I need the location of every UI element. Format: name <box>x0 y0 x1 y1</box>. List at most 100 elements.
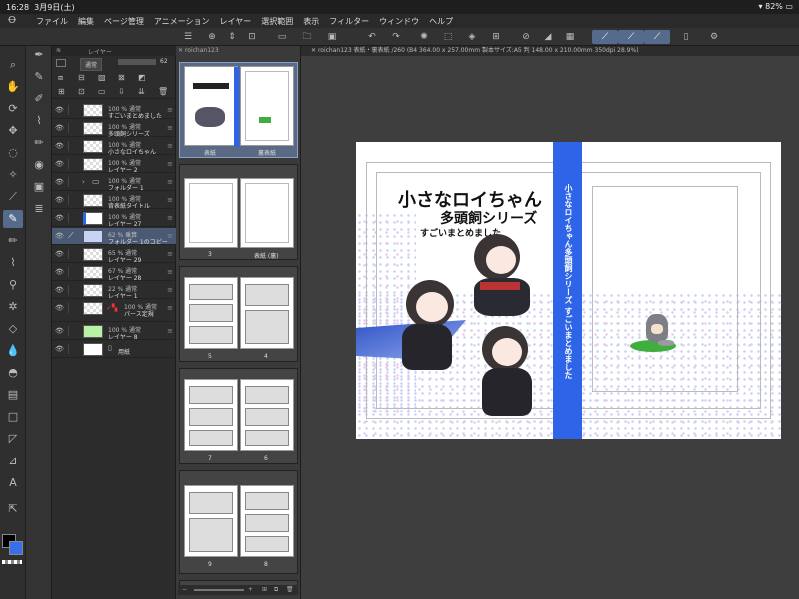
rotate-icon[interactable]: ⟳ <box>3 100 23 118</box>
layer-row[interactable]: 👁 100 % 通常 多頭飼シリーズ ≡ <box>52 120 176 138</box>
magnifier-icon[interactable]: ⌕ <box>3 56 23 74</box>
delete-page-icon[interactable]: 🗑 <box>286 586 294 593</box>
layer-row[interactable]: 👁 22 % 通常 レイヤー 1 ≡ <box>52 282 176 300</box>
blend-icon[interactable]: 💧 <box>3 342 23 360</box>
page-zoom-bar[interactable]: − + ⊞ ⧉ 🗑 <box>178 585 298 595</box>
menu-icon[interactable]: ≡ <box>167 286 173 294</box>
layer-stack-icon[interactable]: ≣ <box>29 200 49 218</box>
new-folder-icon[interactable]: ▭ <box>98 87 106 96</box>
menu-icon[interactable]: ≡ <box>167 106 173 114</box>
duplicate-page-icon[interactable]: ⧉ <box>274 586 278 594</box>
menu-animation[interactable]: アニメーション <box>154 16 210 27</box>
eye-icon[interactable]: 👁 <box>55 250 64 258</box>
menu-window[interactable]: ウィンドウ <box>379 16 419 27</box>
spread[interactable]: 9 8 <box>179 470 298 574</box>
spread[interactable]: 5 4 <box>179 266 298 362</box>
menu-icon[interactable]: ≡ <box>167 214 173 222</box>
eye-icon[interactable]: 👁 <box>55 178 64 186</box>
eraser-icon[interactable]: ◇ <box>3 320 23 338</box>
eye-icon[interactable]: 👁 <box>55 106 64 114</box>
save-subtool-icon[interactable]: ▣ <box>29 178 49 196</box>
deselect-icon[interactable]: ⊘ <box>516 30 536 44</box>
snap-ruler-icon[interactable]: ⟋ <box>592 30 618 44</box>
eye-icon[interactable]: 👁 <box>55 124 64 132</box>
layer-tab[interactable]: レイヤー <box>88 47 112 56</box>
layer-row[interactable]: 👁 100 % 通常 背表紙タイトル ≡ <box>52 192 176 210</box>
eye-icon[interactable]: 👁 <box>55 345 64 353</box>
app-logo-icon[interactable]: Ꝋ <box>8 15 16 26</box>
marker-subtool-icon[interactable]: ✎ <box>29 68 49 86</box>
zoom-slider[interactable] <box>194 589 244 591</box>
fill-subtool-icon[interactable]: ◉ <box>29 156 49 174</box>
transform-icon[interactable]: ⬚ <box>438 30 458 44</box>
new-raster-icon[interactable]: ⊞ <box>58 87 65 96</box>
pencil-subtool-icon[interactable]: ✏ <box>29 134 49 152</box>
lasso-icon[interactable]: ◌ <box>3 144 23 162</box>
brush-icon[interactable]: ⌇ <box>3 254 23 272</box>
menu-edit[interactable]: 編集 <box>78 16 94 27</box>
device-icon[interactable]: ▯ <box>676 30 696 44</box>
invert-icon[interactable]: ▦ <box>560 30 580 44</box>
clip-icon[interactable]: ⧈ <box>58 73 63 83</box>
folder-expand-icon[interactable]: › <box>82 178 85 186</box>
gradient-icon[interactable]: ▤ <box>3 386 23 404</box>
layer-row[interactable]: 👁 100 % 通常 小さなロイちゃん ≡ <box>52 138 176 156</box>
save-icon[interactable]: ▣ <box>322 30 342 44</box>
menu-page[interactable]: ページ管理 <box>104 16 144 27</box>
menu-icon[interactable]: ≡ <box>167 327 173 335</box>
menu-icon[interactable]: ≡ <box>167 124 173 132</box>
fill-bucket-icon[interactable]: ◓ <box>3 364 23 382</box>
menu-icon[interactable]: ≡ <box>167 160 173 168</box>
zoom-in-icon[interactable]: + <box>248 586 253 593</box>
stepper-icon[interactable]: ⇕ <box>222 30 242 44</box>
menu-icon[interactable]: ≡ <box>167 304 173 312</box>
text-icon[interactable]: A <box>3 474 23 492</box>
sub-color-swatch[interactable] <box>9 541 23 555</box>
blend-mode-select[interactable]: 通常 <box>80 58 103 71</box>
layer-row-paper[interactable]: 👁 ▯ 用紙 <box>52 341 176 358</box>
cover-canvas[interactable]: 小さなロイちゃん多頭飼シリーズ すごいまとめました 小さなロイちゃん 多頭飼シリ… <box>356 142 781 439</box>
eye-icon[interactable]: 👁 <box>55 304 64 312</box>
lock-icon[interactable] <box>56 59 66 67</box>
menu-icon[interactable]: ≡ <box>167 268 173 276</box>
spread-cover[interactable]: 表紙 裏表紙 <box>179 62 298 158</box>
eye-icon[interactable]: 👁 <box>55 327 64 335</box>
ref-layer-icon[interactable]: ⊟ <box>78 73 85 82</box>
zoom-out-icon[interactable]: − <box>182 586 187 593</box>
decoration-icon[interactable]: ✲ <box>3 298 23 316</box>
layer-row[interactable]: 👁 100 % 通常 レイヤー 8 ≡ <box>52 323 176 341</box>
operation-icon[interactable]: ⇱ <box>3 500 23 518</box>
pen-icon[interactable]: ✎ <box>3 210 23 228</box>
layer-row-selected[interactable]: 👁 ⟋ 62 % 乗算 フォルダー 1のコピー ≡ <box>52 228 176 246</box>
eye-icon[interactable]: 👁 <box>55 268 64 276</box>
eyedropper-icon[interactable]: ⟋ <box>3 188 23 206</box>
ruler-icon[interactable]: ⊿ <box>3 452 23 470</box>
draft-icon[interactable]: ▨ <box>98 73 106 82</box>
delete-layer-icon[interactable]: 🗑 <box>158 87 168 96</box>
new-vector-icon[interactable]: ⊡ <box>78 87 85 96</box>
spread[interactable]: 3 表紙 (裏) <box>179 164 298 260</box>
brush-subtool-icon[interactable]: ⌇ <box>29 112 49 130</box>
open-folder-icon[interactable]: ▭ <box>272 30 292 44</box>
open-icon[interactable]: 🗀 <box>297 30 317 44</box>
clear-icon[interactable]: ✺ <box>414 30 434 44</box>
frame-icon[interactable]: ◸ <box>3 430 23 448</box>
layer-row[interactable]: 👁 67 % 通常 レイヤー 28 ≡ <box>52 264 176 282</box>
figure-icon[interactable]: □ <box>3 408 23 426</box>
redo-icon[interactable]: ↷ <box>386 30 406 44</box>
eye-icon[interactable]: 👁 <box>55 232 64 240</box>
mask-icon[interactable]: ◩ <box>138 73 146 82</box>
opacity-slider[interactable] <box>118 59 156 65</box>
hamburger-icon[interactable]: ☰ <box>178 30 198 44</box>
layer-row[interactable]: 👁 › ▭ 100 % 通常 フォルダー 1 ≡ <box>52 174 176 192</box>
page-manager-tab[interactable]: ✕ roichan123 <box>178 47 219 54</box>
menu-icon[interactable]: ≡ <box>167 142 173 150</box>
layer-row[interactable]: 👁 100 % 通常 レイヤー 27 ≡ <box>52 210 176 228</box>
menu-help[interactable]: ヘルプ <box>429 16 453 27</box>
eye-icon[interactable]: 👁 <box>55 286 64 294</box>
move-icon[interactable]: ✥ <box>3 122 23 140</box>
fill-right-icon[interactable]: ⊞ <box>486 30 506 44</box>
menu-icon[interactable]: ≡ <box>167 232 173 240</box>
eye-icon[interactable]: 👁 <box>55 160 64 168</box>
eye-icon[interactable]: 👁 <box>55 142 64 150</box>
